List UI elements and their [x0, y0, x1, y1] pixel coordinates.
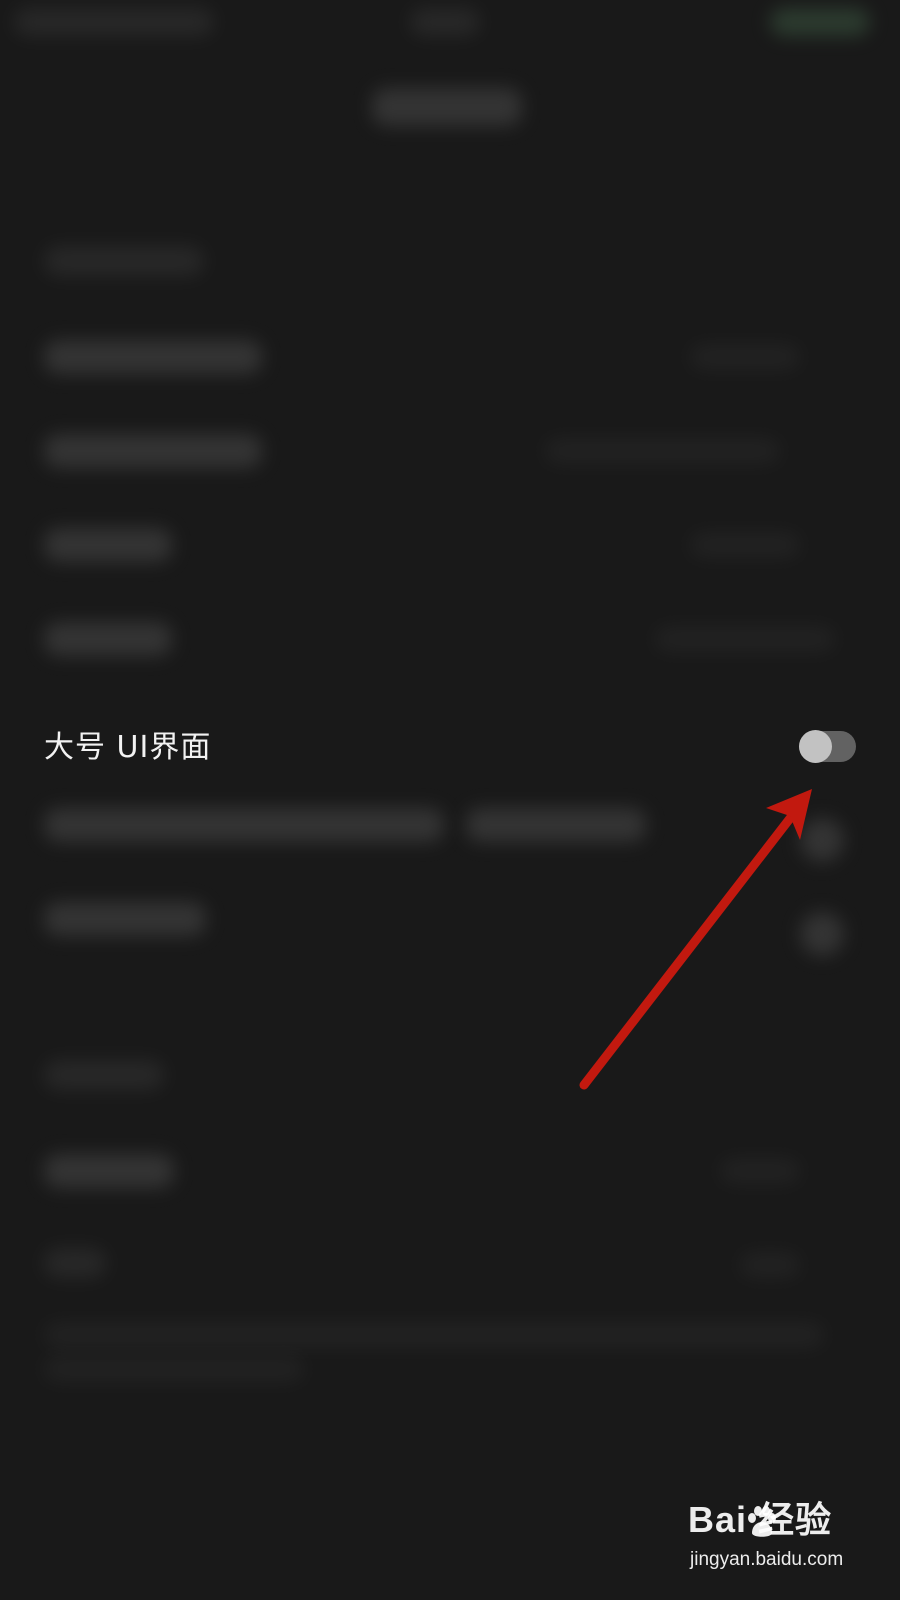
blurred-page-title: [372, 88, 522, 126]
baidu-paw-icon: [748, 1506, 776, 1537]
toggle-knob: [799, 730, 832, 763]
watermark-url: jingyan.baidu.com: [690, 1549, 844, 1570]
setting-row-large-ui: 大号 UI界面: [0, 700, 900, 796]
baidu-jingyan-watermark: Bai 经验 jingyan.baidu.com: [688, 1498, 888, 1588]
setting-label-large-ui: 大号 UI界面: [44, 730, 212, 765]
large-ui-toggle[interactable]: [799, 730, 856, 763]
